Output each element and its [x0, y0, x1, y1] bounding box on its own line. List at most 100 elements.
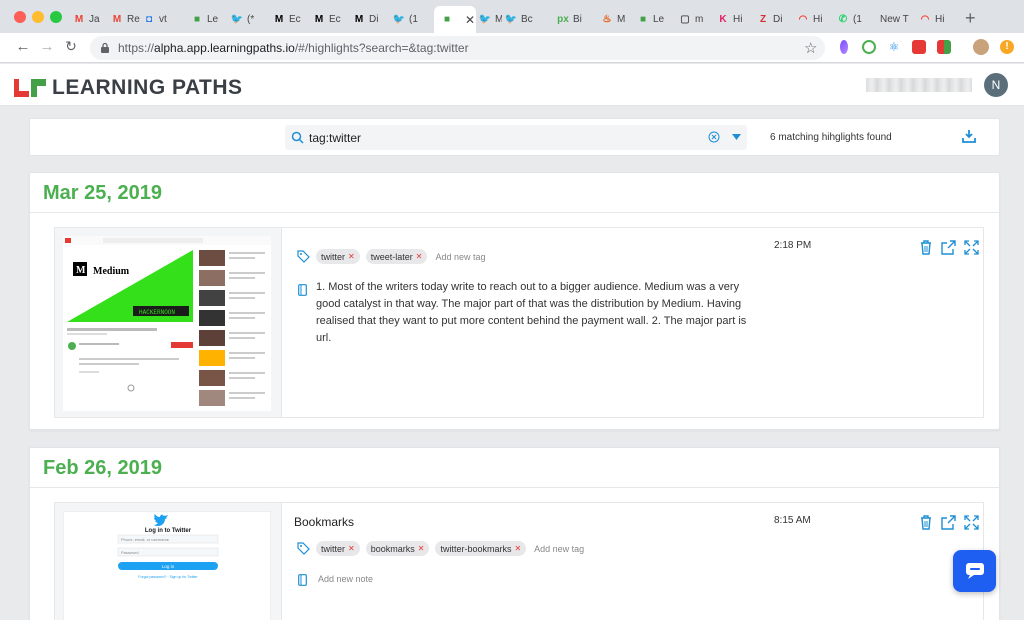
browser-tab[interactable]: M Ec [312, 6, 350, 33]
flame-icon: ♨ [602, 14, 612, 25]
expand-icon[interactable] [964, 515, 979, 530]
browser-tab[interactable]: M Ja [72, 6, 108, 33]
update-alert-icon[interactable]: ! [1000, 40, 1014, 54]
url-path: /#/highlights?search=&tag:twitter [294, 41, 469, 55]
extension-circle-icon[interactable] [862, 40, 876, 54]
new-tab-button[interactable]: + [965, 8, 976, 29]
learning-paths-logo[interactable]: LEARNING PATHS [14, 76, 243, 100]
browser-tab[interactable]: New T [880, 6, 916, 33]
browser-tab[interactable]: ■ Le [190, 6, 228, 33]
browser-tab-label: M [495, 14, 502, 25]
px-icon: px [557, 14, 569, 25]
remove-tag-icon[interactable]: ✕ [416, 252, 423, 261]
browser-tab-label: Hi [733, 14, 743, 25]
remove-tag-icon[interactable]: ✕ [348, 544, 355, 553]
user-avatar[interactable]: N [984, 73, 1008, 97]
window-close-button[interactable] [14, 11, 26, 23]
close-tab-icon[interactable]: ✕ [465, 13, 475, 27]
twitter-icon: 🐦 [392, 14, 406, 25]
browser-tab[interactable]: 🐦 (1 [392, 6, 432, 33]
add-note-input[interactable]: Add new note [318, 574, 373, 584]
twitter-icon: 🐦 [230, 14, 244, 25]
chevron-down-icon[interactable] [732, 134, 741, 140]
address-bar[interactable]: https://alpha.app.learningpaths.io/#/hig… [90, 36, 825, 60]
browser-tab[interactable]: Z Di [756, 6, 794, 33]
browser-tab-label: Le [207, 14, 219, 25]
page-thumbnail[interactable]: M Medium HACKERNOON [63, 236, 271, 411]
browser-tab[interactable]: 🐦 Bc [504, 6, 554, 33]
browser-tab[interactable]: ■ Le [636, 6, 676, 33]
extension-react-icon[interactable]: ⚛ [887, 40, 901, 54]
logo-mark-icon [14, 79, 46, 97]
browser-tab-label: (1 [409, 14, 418, 25]
highlight-entry: M Medium HACKERNOON 2:18 PM twitter ✕ tw… [54, 227, 984, 418]
rainbow-icon: ◠ [798, 14, 808, 25]
clear-search-icon[interactable] [708, 131, 720, 143]
browser-tab[interactable]: ◠ Hi [796, 6, 834, 33]
note-icon [298, 574, 307, 586]
browser-tab[interactable]: ■ ✕ [434, 6, 476, 33]
note-icon [298, 284, 307, 296]
browser-tab[interactable]: ✆ (1 [836, 6, 878, 33]
gmail-icon: M [74, 14, 84, 25]
browser-tab[interactable]: ▢ m [678, 6, 714, 33]
remove-tag-icon[interactable]: ✕ [348, 252, 355, 261]
browser-tab[interactable]: 🐦 M [478, 6, 502, 33]
tag-chip[interactable]: twitter ✕ [316, 249, 360, 264]
browser-tab[interactable]: M Re [110, 6, 140, 33]
thumb-title: Log in to Twitter [145, 528, 192, 534]
expand-icon[interactable] [964, 240, 979, 255]
tag-label: twitter [321, 251, 346, 262]
thumbnail-panel: M Medium HACKERNOON [55, 228, 282, 417]
browser-tab[interactable]: K Hi [716, 6, 754, 33]
window-minimize-button[interactable] [32, 11, 44, 23]
forward-button[interactable]: → [38, 38, 56, 55]
extension-feather-icon[interactable] [840, 40, 848, 54]
back-button[interactable]: ← [14, 38, 32, 55]
remove-tag-icon[interactable]: ✕ [514, 544, 521, 553]
entry-title: Bookmarks [294, 515, 355, 529]
bookmark-star-icon[interactable]: ☆ [804, 39, 817, 57]
medium-icon: M [354, 14, 364, 25]
chat-widget-button[interactable] [953, 550, 996, 592]
tag-label: bookmarks [370, 543, 415, 554]
extension-learningpaths-icon[interactable] [937, 40, 951, 54]
delete-icon[interactable] [919, 515, 933, 530]
window-zoom-button[interactable] [50, 11, 62, 23]
browser-tab[interactable]: 🐦 (* [230, 6, 270, 33]
profile-avatar-icon[interactable] [973, 39, 989, 55]
highlight-note[interactable]: 1. Most of the writers today write to re… [316, 279, 756, 347]
search-input[interactable]: tag:twitter [285, 125, 747, 150]
add-tag-input[interactable]: Add new tag [534, 544, 584, 554]
tag-chip[interactable]: tweet-later ✕ [365, 249, 428, 264]
share-icon[interactable] [941, 240, 956, 255]
tag-chip[interactable]: twitter-bookmarks ✕ [435, 541, 527, 556]
thumb-field-password: Password [121, 550, 139, 555]
thumb-field-username: Phone, email, or username [121, 537, 170, 542]
page-thumbnail[interactable]: Log in to Twitter Phone, email, or usern… [63, 511, 271, 620]
tag-chip[interactable]: bookmarks ✕ [365, 541, 430, 556]
medium-icon: M [314, 14, 324, 25]
tag-row: twitter ✕ bookmarks ✕ twitter-bookmarks ✕ A… [297, 541, 584, 556]
browser-tab[interactable]: M Ec [272, 6, 310, 33]
share-icon[interactable] [941, 515, 956, 530]
tag-chip[interactable]: twitter ✕ [316, 541, 360, 556]
reload-button[interactable]: ↻ [62, 38, 80, 55]
delete-icon[interactable] [919, 240, 933, 255]
tag-row: twitter ✕ tweet-later ✕ Add new tag [297, 249, 486, 264]
browser-tab[interactable]: ◠ Hi [918, 6, 960, 33]
browser-tab-label: New T [880, 14, 909, 25]
browser-tab[interactable]: px Bi [556, 6, 598, 33]
twitter-icon: 🐦 [478, 14, 492, 25]
browser-tab[interactable]: M Di [352, 6, 390, 33]
remove-tag-icon[interactable]: ✕ [418, 544, 425, 553]
download-icon[interactable] [962, 129, 976, 143]
browser-tab-label: Ja [89, 14, 100, 25]
extension-lastpass-icon[interactable] [912, 40, 926, 54]
add-tag-input[interactable]: Add new tag [435, 252, 485, 262]
entry-actions [919, 240, 979, 255]
browser-tab[interactable]: ♨ M [600, 6, 634, 33]
browser-tab[interactable]: ◘ vt [142, 6, 186, 33]
rainbow-icon: ◠ [920, 14, 930, 25]
browser-tab-label: vt [159, 14, 167, 25]
